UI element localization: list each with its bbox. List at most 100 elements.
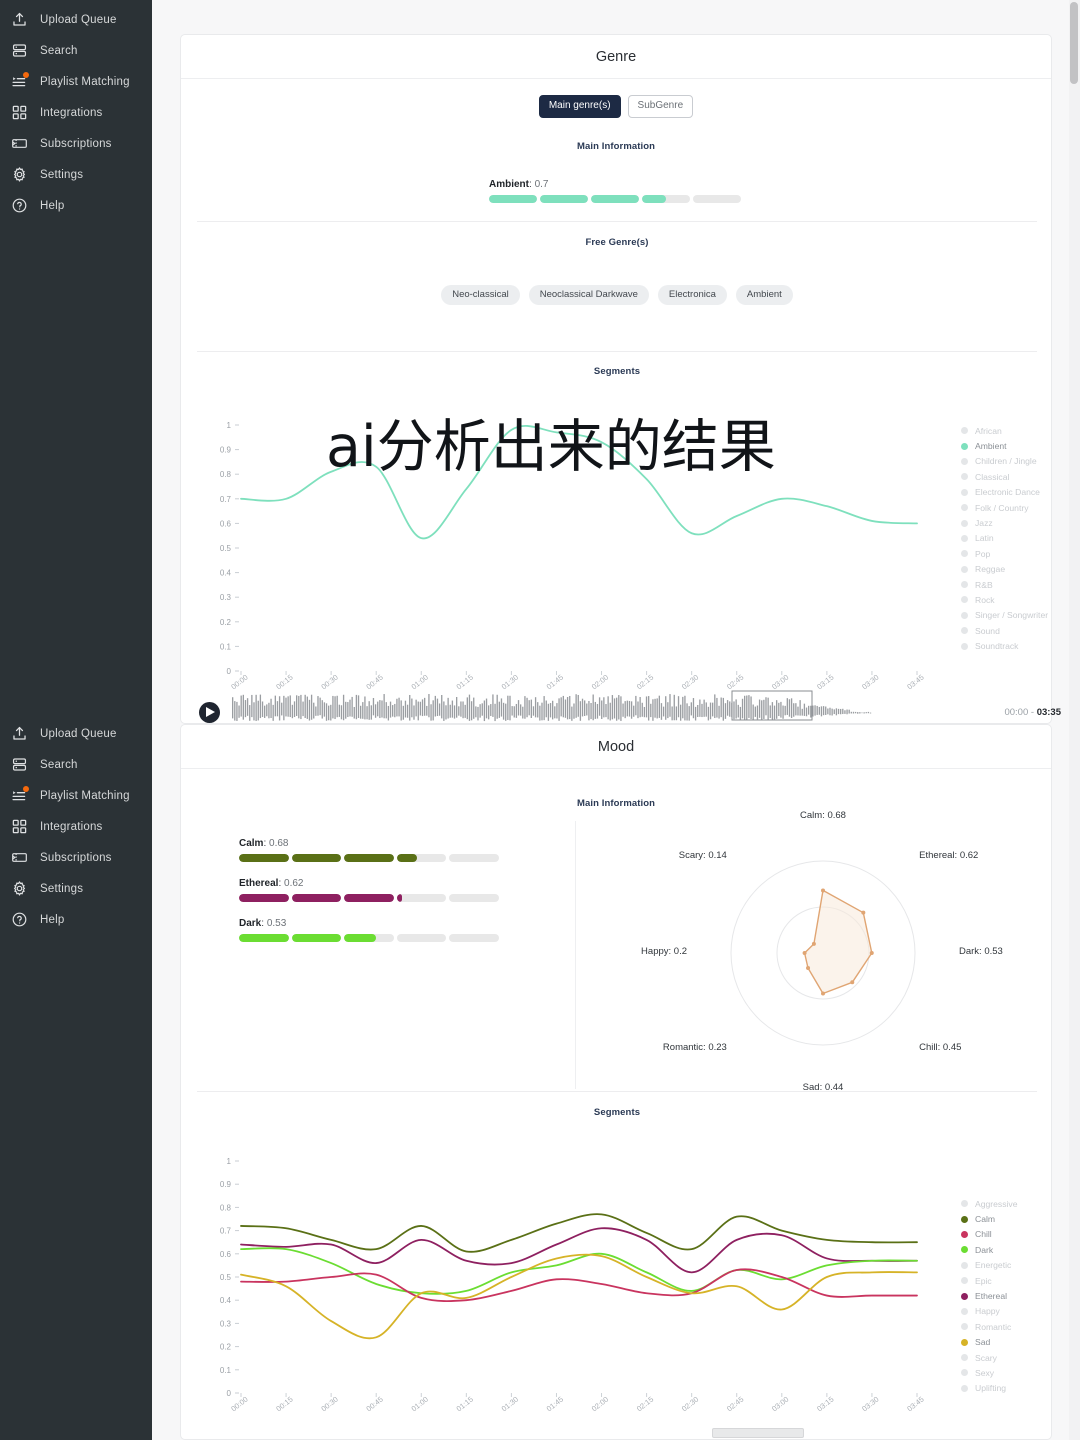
sidebar-item-upload-queue[interactable]: Upload Queue bbox=[0, 4, 152, 35]
sidebar-item-help[interactable]: Help bbox=[0, 190, 152, 221]
search-icon bbox=[8, 754, 30, 776]
waveform-bar bbox=[827, 708, 828, 714]
sidebar-item-subscriptions[interactable]: Subscriptions bbox=[0, 842, 152, 873]
legend-item[interactable]: Classical bbox=[961, 469, 1048, 484]
waveform-bar bbox=[428, 694, 429, 717]
waveform-bar bbox=[721, 697, 722, 717]
play-button[interactable] bbox=[199, 702, 220, 723]
sidebar-item-search[interactable]: Search bbox=[0, 749, 152, 780]
legend-item[interactable]: Reggae bbox=[961, 562, 1048, 577]
legend-item[interactable]: Electronic Dance bbox=[961, 485, 1048, 500]
legend-item[interactable]: Children / Jingle bbox=[961, 454, 1048, 469]
sidebar-item-settings[interactable]: Settings bbox=[0, 873, 152, 904]
player-time-separator: - bbox=[1031, 707, 1034, 718]
waveform-bar bbox=[236, 701, 237, 720]
sidebar-item-label: Settings bbox=[40, 169, 83, 181]
legend-item[interactable]: Latin bbox=[961, 531, 1048, 546]
legend-label: Ambient bbox=[975, 441, 1007, 451]
progress-segment bbox=[344, 854, 394, 862]
y-axis-tick: 0.5 bbox=[220, 544, 232, 553]
waveform-bar bbox=[311, 694, 312, 719]
legend-item[interactable]: Sound bbox=[961, 623, 1048, 638]
upload-icon bbox=[8, 723, 30, 745]
waveform-bar bbox=[753, 704, 754, 719]
mood-score-value: 0.68 bbox=[269, 838, 288, 849]
waveform-bar bbox=[821, 706, 822, 716]
legend-item[interactable]: Energetic bbox=[961, 1258, 1018, 1273]
mood-main-list: Calm: 0.68Ethereal: 0.62Dark: 0.53 bbox=[239, 838, 499, 958]
tab-subgenre[interactable]: SubGenre bbox=[628, 95, 694, 118]
legend-item[interactable]: Uplifting bbox=[961, 1381, 1018, 1396]
page-scrollbar[interactable] bbox=[1069, 0, 1080, 1440]
scrollbar-thumb[interactable] bbox=[1070, 2, 1078, 84]
y-axis-tick: 0.3 bbox=[220, 593, 232, 602]
waveform-bar bbox=[714, 694, 715, 718]
waveform-bar bbox=[386, 702, 387, 718]
waveform-bar bbox=[808, 705, 809, 714]
waveform-bar bbox=[548, 703, 549, 720]
waveform-bar bbox=[782, 705, 783, 718]
waveform-bar bbox=[358, 695, 359, 718]
waveform-bar bbox=[637, 701, 638, 718]
waveform-bar bbox=[364, 696, 365, 719]
legend-item[interactable]: Scary bbox=[961, 1350, 1018, 1365]
waveform-bar bbox=[437, 698, 438, 715]
radar-axis-label: Dark: 0.53 bbox=[959, 946, 1003, 957]
waveform-bar bbox=[772, 702, 773, 720]
waveform-bar bbox=[725, 703, 726, 719]
free-genre-chip[interactable]: Ambient bbox=[736, 285, 793, 305]
legend-item[interactable]: Singer / Songwriter bbox=[961, 608, 1048, 623]
legend-item[interactable]: Sad bbox=[961, 1335, 1018, 1350]
legend-item[interactable]: Sexy bbox=[961, 1365, 1018, 1380]
legend-item[interactable]: Epic bbox=[961, 1273, 1018, 1288]
sidebar-item-subscriptions[interactable]: Subscriptions bbox=[0, 128, 152, 159]
legend-item[interactable]: Ethereal bbox=[961, 1288, 1018, 1303]
legend-item[interactable]: Folk / Country bbox=[961, 500, 1048, 515]
legend-item[interactable]: Happy bbox=[961, 1304, 1018, 1319]
waveform-bar bbox=[509, 695, 510, 720]
legend-label: R&B bbox=[975, 580, 993, 590]
legend-item[interactable]: Pop bbox=[961, 546, 1048, 561]
y-axis-tick: 0.5 bbox=[220, 1273, 232, 1282]
legend-item[interactable]: Calm bbox=[961, 1211, 1018, 1226]
free-genre-chip[interactable]: Neo-classical bbox=[441, 285, 520, 305]
sidebar-item-search[interactable]: Search bbox=[0, 35, 152, 66]
legend-item[interactable]: Rock bbox=[961, 592, 1048, 607]
tab-main-genres[interactable]: Main genre(s) bbox=[539, 95, 621, 118]
legend-item[interactable]: Jazz bbox=[961, 515, 1048, 530]
waveform-bar bbox=[482, 703, 483, 715]
progress-segment bbox=[449, 894, 499, 902]
sidebar-item-help[interactable]: Help bbox=[0, 904, 152, 935]
legend-item[interactable]: Dark bbox=[961, 1242, 1018, 1257]
free-genre-chip[interactable]: Neoclassical Darkwave bbox=[529, 285, 649, 305]
legend-item[interactable]: Romantic bbox=[961, 1319, 1018, 1334]
progress-segment bbox=[540, 195, 588, 203]
sidebar-item-settings[interactable]: Settings bbox=[0, 159, 152, 190]
waveform-bar bbox=[575, 694, 576, 718]
upload-icon bbox=[8, 9, 30, 31]
genre-name: Ambient bbox=[489, 179, 529, 190]
legend-item[interactable]: African bbox=[961, 423, 1048, 438]
sidebar-item-integrations[interactable]: Integrations bbox=[0, 811, 152, 842]
legend-item[interactable]: Aggressive bbox=[961, 1196, 1018, 1211]
legend-item[interactable]: Ambient bbox=[961, 438, 1048, 453]
radar-point bbox=[821, 991, 825, 995]
waveform-bar bbox=[607, 696, 608, 719]
x-axis-tick: 02:30 bbox=[680, 1395, 700, 1414]
waveform-bar bbox=[505, 703, 506, 720]
free-genre-chip[interactable]: Electronica bbox=[658, 285, 727, 305]
legend-label: Sound bbox=[975, 626, 1000, 636]
sidebar-item-upload-queue[interactable]: Upload Queue bbox=[0, 718, 152, 749]
sidebar-item-playlist-matching[interactable]: Playlist Matching bbox=[0, 780, 152, 811]
waveform-bar bbox=[757, 705, 758, 719]
waveform-bar bbox=[307, 696, 308, 718]
sidebar-item-integrations[interactable]: Integrations bbox=[0, 97, 152, 128]
legend-item[interactable]: Soundtrack bbox=[961, 638, 1048, 653]
radar-point bbox=[806, 966, 810, 970]
legend-item[interactable]: Chill bbox=[961, 1227, 1018, 1242]
legend-item[interactable]: R&B bbox=[961, 577, 1048, 592]
player-current-time: 00:00 bbox=[1004, 707, 1028, 718]
progress-segment-fill bbox=[397, 894, 402, 902]
legend-label: Calm bbox=[975, 1214, 995, 1224]
sidebar-item-playlist-matching[interactable]: Playlist Matching bbox=[0, 66, 152, 97]
